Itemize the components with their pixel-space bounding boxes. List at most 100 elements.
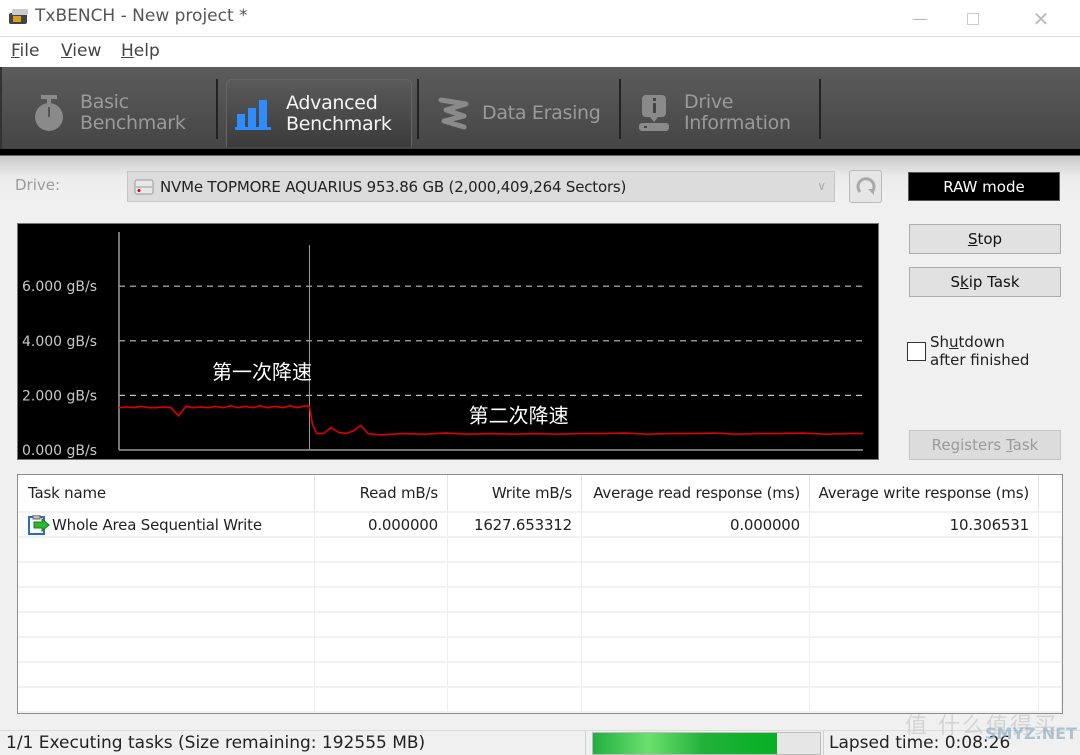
maximize-button[interactable] — [950, 0, 996, 37]
tab-advanced-line1: Advanced — [286, 91, 378, 114]
watermark-site: SMYZ.NET — [985, 724, 1077, 743]
empty-cell — [448, 638, 582, 661]
skip-task-button[interactable]: Skip Task — [909, 267, 1061, 297]
empty-cell — [1039, 563, 1062, 586]
empty-cell — [582, 613, 810, 636]
menu-view-mnemonic: V — [61, 41, 73, 61]
menu-help[interactable]: Help — [121, 41, 160, 61]
empty-table-row — [18, 613, 1062, 638]
window-title: TxBENCH - New project * — [35, 6, 248, 26]
read-cell: 0.000000 — [315, 513, 448, 536]
y-tick-label: 0.000 gB/s — [22, 443, 97, 459]
empty-cell — [582, 563, 810, 586]
chart-annotation: 第一次降速 — [212, 360, 312, 384]
empty-cell — [810, 563, 1039, 586]
disk-icon — [134, 179, 154, 194]
empty-cell — [18, 663, 315, 686]
empty-cell — [18, 638, 315, 661]
stopwatch-icon — [35, 95, 63, 131]
empty-table-row — [18, 663, 1062, 688]
empty-cell — [810, 538, 1039, 561]
empty-cell — [582, 588, 810, 611]
tab-underline — [0, 149, 1080, 156]
task-name-cell: Whole Area Sequential Write — [18, 513, 315, 536]
shutdown-checkbox[interactable] — [907, 342, 926, 361]
tab-erasing-label: Data Erasing — [482, 101, 601, 124]
column-header-task-name[interactable]: Task name — [18, 475, 315, 511]
bar-chart-icon — [235, 99, 271, 130]
table-row[interactable]: Whole Area Sequential Write 0.000000 162… — [18, 513, 1062, 538]
write-cell: 1627.653312 — [448, 513, 582, 536]
empty-cell — [448, 538, 582, 561]
empty-cell — [315, 638, 448, 661]
empty-cell — [315, 613, 448, 636]
table-header-row: Task name Read mB/s Write mB/s Average r… — [18, 475, 1062, 513]
menu-file[interactable]: File — [11, 41, 39, 61]
tab-drive-information[interactable]: Drive Information — [638, 79, 818, 147]
empty-cell — [1039, 663, 1062, 686]
minimize-button[interactable]: — — [897, 0, 943, 37]
empty-cell — [1039, 638, 1062, 661]
registers-task-button[interactable]: Registers Task — [909, 430, 1061, 460]
empty-cell — [582, 688, 810, 711]
chart-canvas: 0.000 gB/s 2.000 gB/s 4.000 gB/s 6.000 gB/s… — [22, 232, 863, 459]
tab-driveinfo-line2: Information — [684, 112, 791, 134]
status-divider — [823, 731, 824, 755]
y-tick-label: 4.000 gB/s — [22, 334, 97, 350]
empty-cell — [810, 588, 1039, 611]
shutdown-checkbox-label: Shutdown after finished — [930, 333, 1030, 369]
empty-cell — [582, 538, 810, 561]
empty-cell — [448, 688, 582, 711]
empty-table-row — [18, 588, 1062, 613]
tab-advanced-benchmark[interactable]: Advanced Benchmark — [226, 79, 412, 147]
raw-mode-badge: RAW mode — [908, 172, 1060, 201]
empty-cell — [315, 663, 448, 686]
column-header-avg-write[interactable]: Average write response (ms) — [810, 475, 1039, 511]
drive-info-icon — [639, 95, 669, 131]
empty-cell — [582, 638, 810, 661]
close-icon: ✕ — [1032, 6, 1050, 31]
empty-cell — [1039, 538, 1062, 561]
shutdown-option[interactable]: Shutdown after finished — [907, 333, 1029, 369]
empty-cell — [315, 538, 448, 561]
title-bar: TxBENCH - New project * — ✕ — [0, 0, 1080, 37]
minimize-icon: — — [912, 9, 928, 28]
maximize-icon — [967, 12, 979, 25]
close-button[interactable]: ✕ — [1018, 0, 1064, 37]
tab-divider — [216, 79, 218, 139]
avg-write-cell: 10.306531 — [810, 513, 1039, 536]
task-name: Whole Area Sequential Write — [52, 515, 262, 534]
column-header-avg-read[interactable]: Average read response (ms) — [582, 475, 810, 511]
progress-fill — [593, 733, 777, 754]
status-text: 1/1 Executing tasks (Size remaining: 192… — [6, 733, 426, 753]
empty-cell — [1039, 588, 1062, 611]
refresh-icon — [856, 176, 875, 195]
y-tick-label: 6.000 gB/s — [22, 279, 97, 295]
empty-cell — [18, 538, 315, 561]
eraser-icon — [438, 97, 469, 130]
empty-cell — [1039, 613, 1062, 636]
empty-cell — [18, 688, 315, 711]
menu-view[interactable]: View — [61, 41, 101, 61]
drive-select[interactable]: NVMe TOPMORE AQUARIUS 953.86 GB (2,000,4… — [127, 171, 835, 202]
empty-cell — [448, 563, 582, 586]
menu-view-label: iew — [72, 41, 102, 61]
registers-task-button-label: Registers Task — [931, 436, 1039, 454]
column-header-write[interactable]: Write mB/s — [448, 475, 582, 511]
task-list-table: Task name Read mB/s Write mB/s Average r… — [17, 474, 1063, 714]
empty-cell — [448, 663, 582, 686]
tab-basic-benchmark[interactable]: Basic Benchmark — [32, 79, 212, 147]
empty-cell — [810, 613, 1039, 636]
skip-task-button-label: Skip Task — [950, 273, 1020, 291]
drive-select-value: NVMe TOPMORE AQUARIUS 953.86 GB (2,000,4… — [160, 177, 627, 196]
empty-table-row — [18, 538, 1062, 563]
refresh-button[interactable] — [849, 170, 882, 203]
column-header-read[interactable]: Read mB/s — [315, 475, 448, 511]
tab-basic-line1: Basic — [80, 91, 129, 113]
tab-data-erasing[interactable]: Data Erasing — [438, 79, 618, 147]
drive-label: Drive: — [15, 176, 61, 194]
task-running-icon — [28, 514, 50, 535]
stop-button[interactable]: Stop — [909, 224, 1061, 254]
avg-read-cell: 0.000000 — [582, 513, 810, 536]
chevron-down-icon: ∨ — [817, 179, 826, 193]
